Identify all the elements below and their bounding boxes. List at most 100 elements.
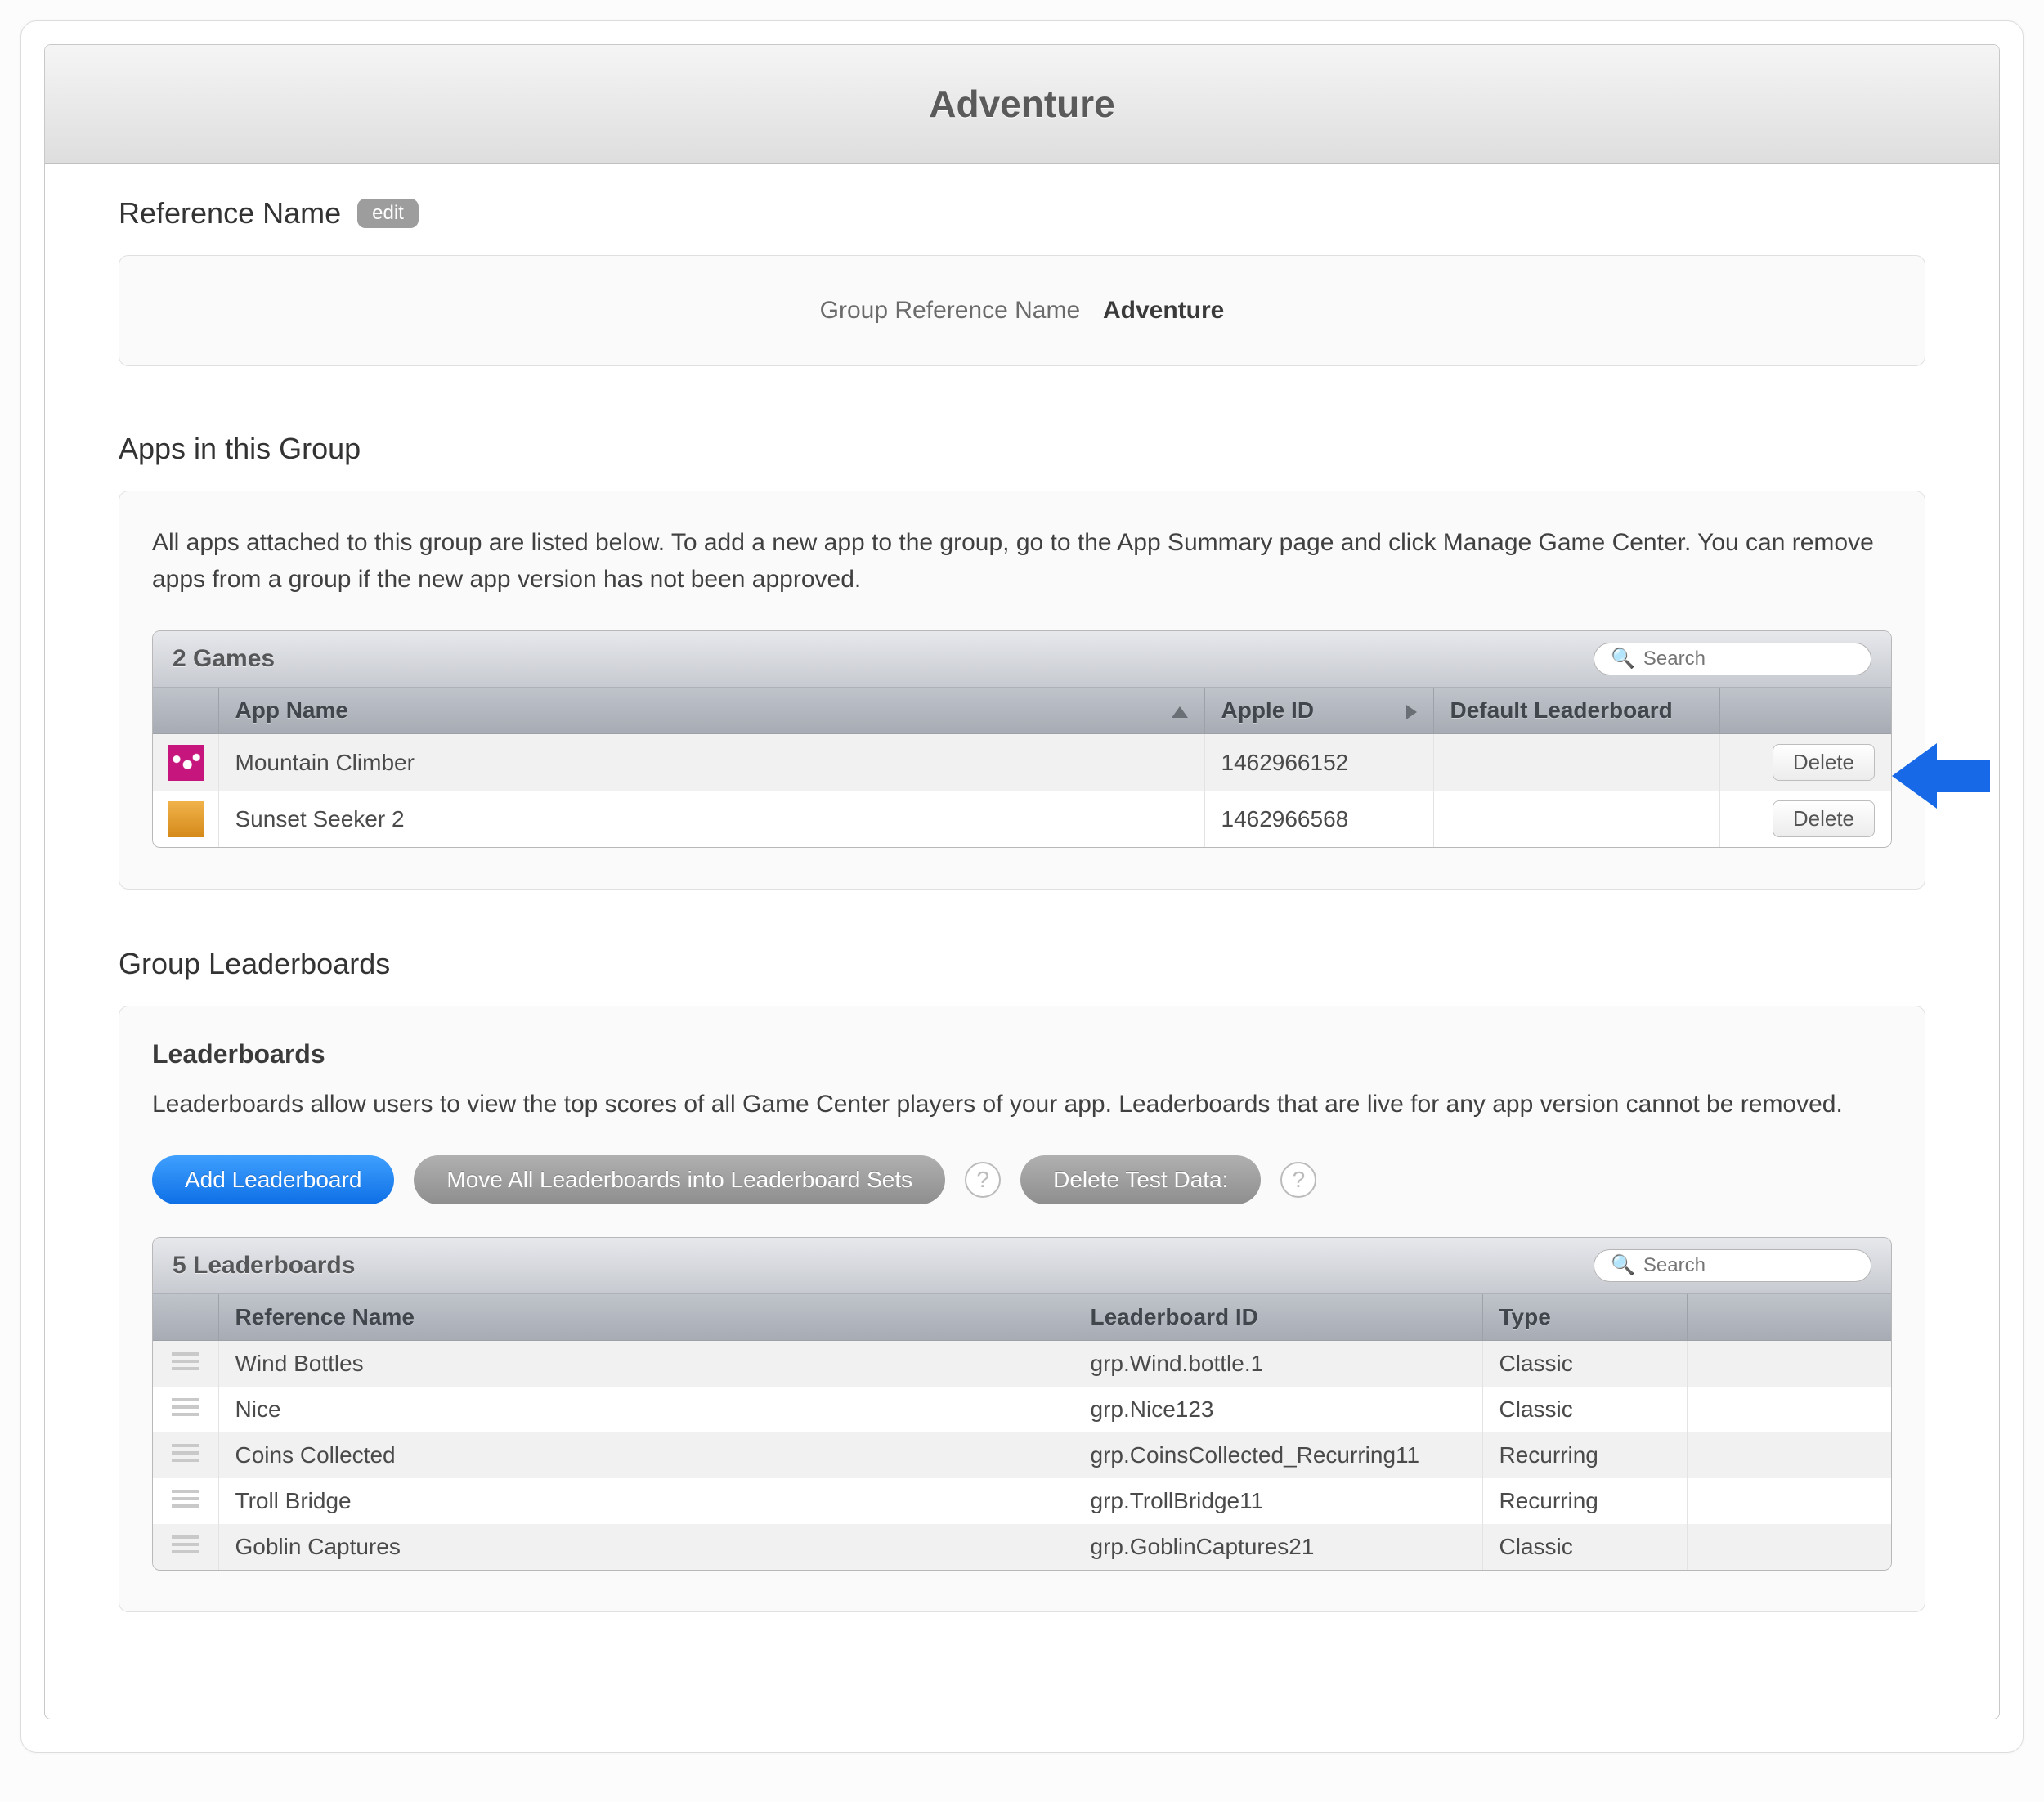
lb-id-cell: grp.Wind.bottle.1 — [1074, 1341, 1482, 1387]
default-leaderboard-cell — [1433, 734, 1719, 791]
app-icon — [168, 801, 204, 837]
app-icon-cell — [153, 734, 218, 791]
table-row[interactable]: Coins Collectedgrp.CoinsCollected_Recurr… — [153, 1432, 1891, 1478]
apps-search-field[interactable]: 🔍 — [1594, 643, 1871, 675]
lb-type-cell: Classic — [1482, 1524, 1687, 1570]
col-app-name[interactable]: App Name — [218, 688, 1204, 734]
lb-name-cell: Wind Bottles — [218, 1341, 1074, 1387]
reference-name-header: Reference Name edit — [119, 196, 1925, 231]
apple-id-cell: 1462966568 — [1204, 791, 1433, 847]
leaderboards-panel: Leaderboards Leaderboards allow users to… — [119, 1006, 1925, 1612]
col-icon[interactable] — [153, 688, 218, 734]
lb-action-cell — [1687, 1341, 1891, 1387]
handle-cell[interactable] — [153, 1524, 218, 1570]
edit-button[interactable]: edit — [357, 199, 419, 229]
lb-action-cell — [1687, 1432, 1891, 1478]
delete-button[interactable]: Delete — [1773, 744, 1875, 781]
handle-cell[interactable] — [153, 1387, 218, 1432]
apps-search-input[interactable] — [1643, 648, 1854, 670]
table-row[interactable]: Troll Bridgegrp.TrollBridge11Recurring — [153, 1478, 1891, 1524]
leaderboards-table-title: 5 Leaderboards — [173, 1252, 355, 1280]
handle-cell[interactable] — [153, 1432, 218, 1478]
leaderboards-search-field[interactable]: 🔍 — [1594, 1249, 1871, 1282]
sort-indicator-icon — [1406, 705, 1417, 719]
drag-handle-icon[interactable] — [172, 1348, 199, 1374]
leaderboards-description: Leaderboards allow users to view the top… — [152, 1086, 1892, 1123]
lb-name-cell: Goblin Captures — [218, 1524, 1074, 1570]
handle-cell[interactable] — [153, 1341, 218, 1387]
action-cell: Delete — [1719, 734, 1891, 791]
lb-id-cell: grp.CoinsCollected_Recurring11 — [1074, 1432, 1482, 1478]
apps-panel: All apps attached to this group are list… — [119, 491, 1925, 890]
callout-arrow-icon — [1892, 743, 1990, 809]
leaderboards-table-titlebar: 5 Leaderboards 🔍 — [153, 1238, 1891, 1294]
lb-action-cell — [1687, 1478, 1891, 1524]
app-name-cell: Mountain Climber — [218, 734, 1204, 791]
table-row[interactable]: Sunset Seeker 21462966568 Delete — [153, 791, 1891, 847]
reference-name-heading: Reference Name — [119, 196, 341, 231]
table-row[interactable]: Mountain Climber1462966152 Delete — [153, 734, 1891, 791]
table-row[interactable]: Nicegrp.Nice123Classic — [153, 1387, 1891, 1432]
delete-button[interactable]: Delete — [1773, 800, 1875, 837]
col-type[interactable]: Type — [1482, 1294, 1687, 1341]
drag-handle-icon[interactable] — [172, 1486, 199, 1512]
lb-id-cell: grp.Nice123 — [1074, 1387, 1482, 1432]
apps-description: All apps attached to this group are list… — [152, 524, 1892, 598]
drag-handle-icon[interactable] — [172, 1531, 199, 1558]
lb-action-cell — [1687, 1387, 1891, 1432]
lb-name-cell: Nice — [218, 1387, 1074, 1432]
lb-id-cell: grp.TrollBridge11 — [1074, 1478, 1482, 1524]
col-actions — [1719, 688, 1891, 734]
col-ref-name[interactable]: Reference Name — [218, 1294, 1074, 1341]
app-name-cell: Sunset Seeker 2 — [218, 791, 1204, 847]
leaderboards-table-wrap: 5 Leaderboards 🔍 — [152, 1237, 1892, 1571]
help-icon[interactable]: ? — [965, 1162, 1001, 1198]
leaderboards-subtitle: Leaderboards — [152, 1039, 1892, 1069]
lb-name-cell: Coins Collected — [218, 1432, 1074, 1478]
reference-name-box: Group Reference Name Adventure — [119, 255, 1925, 366]
lb-type-cell: Classic — [1482, 1387, 1687, 1432]
apps-table-titlebar: 2 Games 🔍 — [153, 631, 1891, 688]
search-icon: 🔍 — [1611, 649, 1635, 669]
apps-table-title: 2 Games — [173, 645, 275, 673]
lb-type-cell: Recurring — [1482, 1478, 1687, 1524]
group-ref-label: Group Reference Name — [820, 297, 1081, 324]
col-handle — [153, 1294, 218, 1341]
col-apple-id[interactable]: Apple ID — [1204, 688, 1433, 734]
table-row[interactable]: Wind Bottlesgrp.Wind.bottle.1Classic — [153, 1341, 1891, 1387]
drag-handle-icon[interactable] — [172, 1440, 199, 1466]
leaderboards-tbody: Wind Bottlesgrp.Wind.bottle.1ClassicNice… — [153, 1341, 1891, 1571]
leaderboards-button-row: Add Leaderboard Move All Leaderboards in… — [152, 1155, 1892, 1204]
col-lb-actions — [1687, 1294, 1891, 1341]
col-lb-id[interactable]: Leaderboard ID — [1074, 1294, 1482, 1341]
apple-id-cell: 1462966152 — [1204, 734, 1433, 791]
search-icon: 🔍 — [1611, 1256, 1635, 1275]
leaderboards-table: Reference Name Leaderboard ID Type Wind … — [153, 1294, 1891, 1570]
handle-cell[interactable] — [153, 1478, 218, 1524]
help-icon[interactable]: ? — [1280, 1162, 1316, 1198]
apps-table: App Name Apple ID Default Leaderboard — [153, 688, 1891, 847]
leaderboards-search-input[interactable] — [1643, 1254, 1854, 1277]
leaderboards-heading: Group Leaderboards — [119, 947, 390, 981]
apps-tbody: Mountain Climber1462966152DeleteSunset S… — [153, 734, 1891, 848]
drag-handle-icon[interactable] — [172, 1394, 199, 1420]
app-icon-cell — [153, 791, 218, 847]
titlebar: Adventure — [45, 45, 1999, 164]
table-row[interactable]: Goblin Capturesgrp.GoblinCaptures21Class… — [153, 1524, 1891, 1570]
action-cell: Delete — [1719, 791, 1891, 847]
window: Adventure Reference Name edit Group Refe… — [44, 44, 2000, 1719]
lb-type-cell: Classic — [1482, 1341, 1687, 1387]
sort-asc-icon — [1172, 706, 1188, 718]
default-leaderboard-cell — [1433, 791, 1719, 847]
outer-frame: Adventure Reference Name edit Group Refe… — [20, 20, 2024, 1753]
add-leaderboard-button[interactable]: Add Leaderboard — [152, 1155, 394, 1204]
delete-test-data-button[interactable]: Delete Test Data: — [1020, 1155, 1261, 1204]
lb-type-cell: Recurring — [1482, 1432, 1687, 1478]
lb-name-cell: Troll Bridge — [218, 1478, 1074, 1524]
leaderboards-header: Group Leaderboards — [119, 947, 1925, 981]
apps-header: Apps in this Group — [119, 432, 1925, 466]
group-ref-value: Adventure — [1103, 297, 1224, 324]
page-title: Adventure — [929, 82, 1114, 126]
col-default-leaderboard[interactable]: Default Leaderboard — [1433, 688, 1719, 734]
move-leaderboards-button[interactable]: Move All Leaderboards into Leaderboard S… — [414, 1155, 945, 1204]
